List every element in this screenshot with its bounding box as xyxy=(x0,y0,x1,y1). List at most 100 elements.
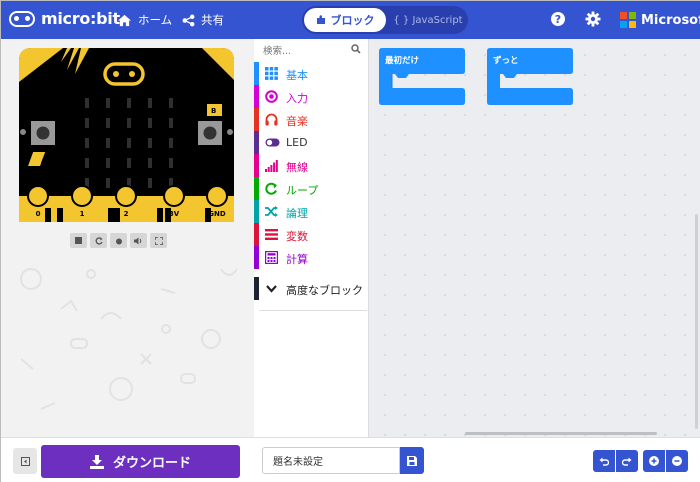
pin-2-label: 2 xyxy=(124,210,129,218)
category-math-label: 計算 xyxy=(286,253,308,266)
home-icon xyxy=(118,14,131,26)
undo-button[interactable] xyxy=(593,450,615,472)
category-radio[interactable]: 無線 xyxy=(254,154,369,177)
headphones-icon xyxy=(265,113,278,126)
download-icon xyxy=(89,454,104,469)
signal-icon xyxy=(265,160,278,172)
toggle-icon xyxy=(265,138,280,147)
debug-button[interactable] xyxy=(110,233,127,248)
simulator-toolbar xyxy=(70,233,167,248)
category-led-label: LED xyxy=(286,136,308,149)
help-icon: ? xyxy=(551,12,565,26)
zoom-in-icon xyxy=(649,456,659,466)
share-button[interactable]: 共有 xyxy=(182,12,224,28)
pin-3v-label: 3V xyxy=(169,210,180,218)
pin-gnd-label: GND xyxy=(208,210,226,218)
category-advanced-label: 高度なブロック xyxy=(286,284,363,297)
microsoft-text: Microsoft xyxy=(641,12,700,28)
blocks-workspace[interactable]: 最初だけ ずっと xyxy=(369,39,700,437)
category-input-label: 入力 xyxy=(286,92,308,105)
category-variables[interactable]: 変数 xyxy=(254,223,369,246)
on-start-block[interactable]: 最初だけ xyxy=(379,48,465,105)
toolbox-divider xyxy=(259,310,367,311)
category-basic[interactable]: 基本 xyxy=(254,62,369,85)
settings-button[interactable] xyxy=(585,11,601,31)
share-label: 共有 xyxy=(201,13,224,27)
forever-block[interactable]: ずっと xyxy=(487,48,573,105)
restart-icon xyxy=(95,236,103,245)
button-a-label: A xyxy=(41,157,47,165)
category-logic-label: 論理 xyxy=(286,207,308,220)
sound-button[interactable] xyxy=(130,233,147,248)
gear-icon xyxy=(585,11,601,27)
debug-icon xyxy=(115,238,122,244)
share-icon xyxy=(182,14,195,26)
category-led[interactable]: LED xyxy=(254,131,369,154)
search-input[interactable]: 検索... xyxy=(263,43,291,57)
list-icon xyxy=(265,229,278,240)
grid-icon xyxy=(265,67,278,80)
pin-0-label: 0 xyxy=(36,210,41,218)
editor-toggle: ブロック { } JavaScript xyxy=(302,6,468,34)
stop-button[interactable] xyxy=(70,233,87,248)
button-b-label: B xyxy=(211,107,216,115)
save-button[interactable] xyxy=(400,447,424,474)
pin-1-label: 1 xyxy=(80,210,85,218)
chevron-down-icon xyxy=(266,285,277,293)
svg-text:?: ? xyxy=(555,13,561,26)
collapse-icon xyxy=(20,456,30,466)
horizontal-scrollbar[interactable] xyxy=(465,432,657,435)
tab-javascript[interactable]: { } JavaScript xyxy=(390,8,466,32)
redo-button[interactable] xyxy=(616,450,638,472)
search-icon[interactable] xyxy=(351,44,361,54)
category-math[interactable]: 計算 xyxy=(254,246,369,269)
forever-block-label: ずっと xyxy=(493,56,519,66)
puzzle-icon xyxy=(316,15,325,24)
toolbox-search[interactable]: 検索... xyxy=(254,39,369,61)
zoom-out-icon xyxy=(672,456,682,466)
simulator-panel: A B 0 1 2 3V GND xyxy=(1,39,254,437)
help-button[interactable]: ? xyxy=(550,11,566,31)
tab-blocks[interactable]: ブロック xyxy=(304,8,386,32)
fullscreen-button[interactable] xyxy=(150,233,167,248)
tab-blocks-label: ブロック xyxy=(330,14,375,27)
category-advanced[interactable]: 高度なブロック xyxy=(254,277,369,300)
microsoft-grid-icon xyxy=(620,12,636,28)
calculator-icon xyxy=(265,251,278,264)
sound-icon xyxy=(134,237,142,244)
category-logic[interactable]: 論理 xyxy=(254,200,369,223)
home-button[interactable]: ホーム xyxy=(117,12,172,28)
download-button[interactable]: ダウンロード xyxy=(41,445,240,478)
logo-text: micro:bit xyxy=(41,9,120,28)
on-start-block-label: 最初だけ xyxy=(385,56,420,66)
category-input[interactable]: 入力 xyxy=(254,85,369,108)
stop-icon xyxy=(75,237,82,244)
category-loops-label: ループ xyxy=(286,184,319,197)
refresh-icon xyxy=(265,182,277,195)
category-loops[interactable]: ループ xyxy=(254,177,369,200)
restart-button[interactable] xyxy=(90,233,107,248)
vertical-scrollbar[interactable] xyxy=(695,214,698,429)
category-music[interactable]: 音楽 xyxy=(254,108,369,131)
category-music-label: 音楽 xyxy=(286,115,308,128)
project-name-input[interactable] xyxy=(262,447,400,474)
tab-javascript-label: { } JavaScript xyxy=(393,14,463,26)
home-label: ホーム xyxy=(138,13,173,27)
microbit-logo[interactable]: micro:bit xyxy=(9,9,120,28)
category-variables-label: 変数 xyxy=(286,230,308,243)
fullscreen-icon xyxy=(154,236,163,245)
microbit-board: A B 0 1 2 3V GND xyxy=(19,48,234,222)
redo-icon xyxy=(622,457,632,466)
zoom-in-button[interactable] xyxy=(643,450,665,472)
toolbox: 検索... 基本 入力 音楽 LED 無線 ループ 論理 変数 計算 高度なブロ… xyxy=(254,39,369,437)
collapse-simulator-button[interactable] xyxy=(13,448,37,474)
microbit-logo-icon xyxy=(9,10,35,27)
undo-icon xyxy=(599,457,609,466)
save-icon xyxy=(407,455,417,466)
microsoft-logo[interactable]: Microsoft xyxy=(620,12,700,28)
zoom-out-button[interactable] xyxy=(666,450,688,472)
bottom-bar: ダウンロード xyxy=(1,437,700,482)
category-basic-label: 基本 xyxy=(286,69,308,82)
top-bar: micro:bit ホーム 共有 ブロック { } JavaScript ? M… xyxy=(1,1,700,39)
download-label: ダウンロード xyxy=(112,456,191,471)
